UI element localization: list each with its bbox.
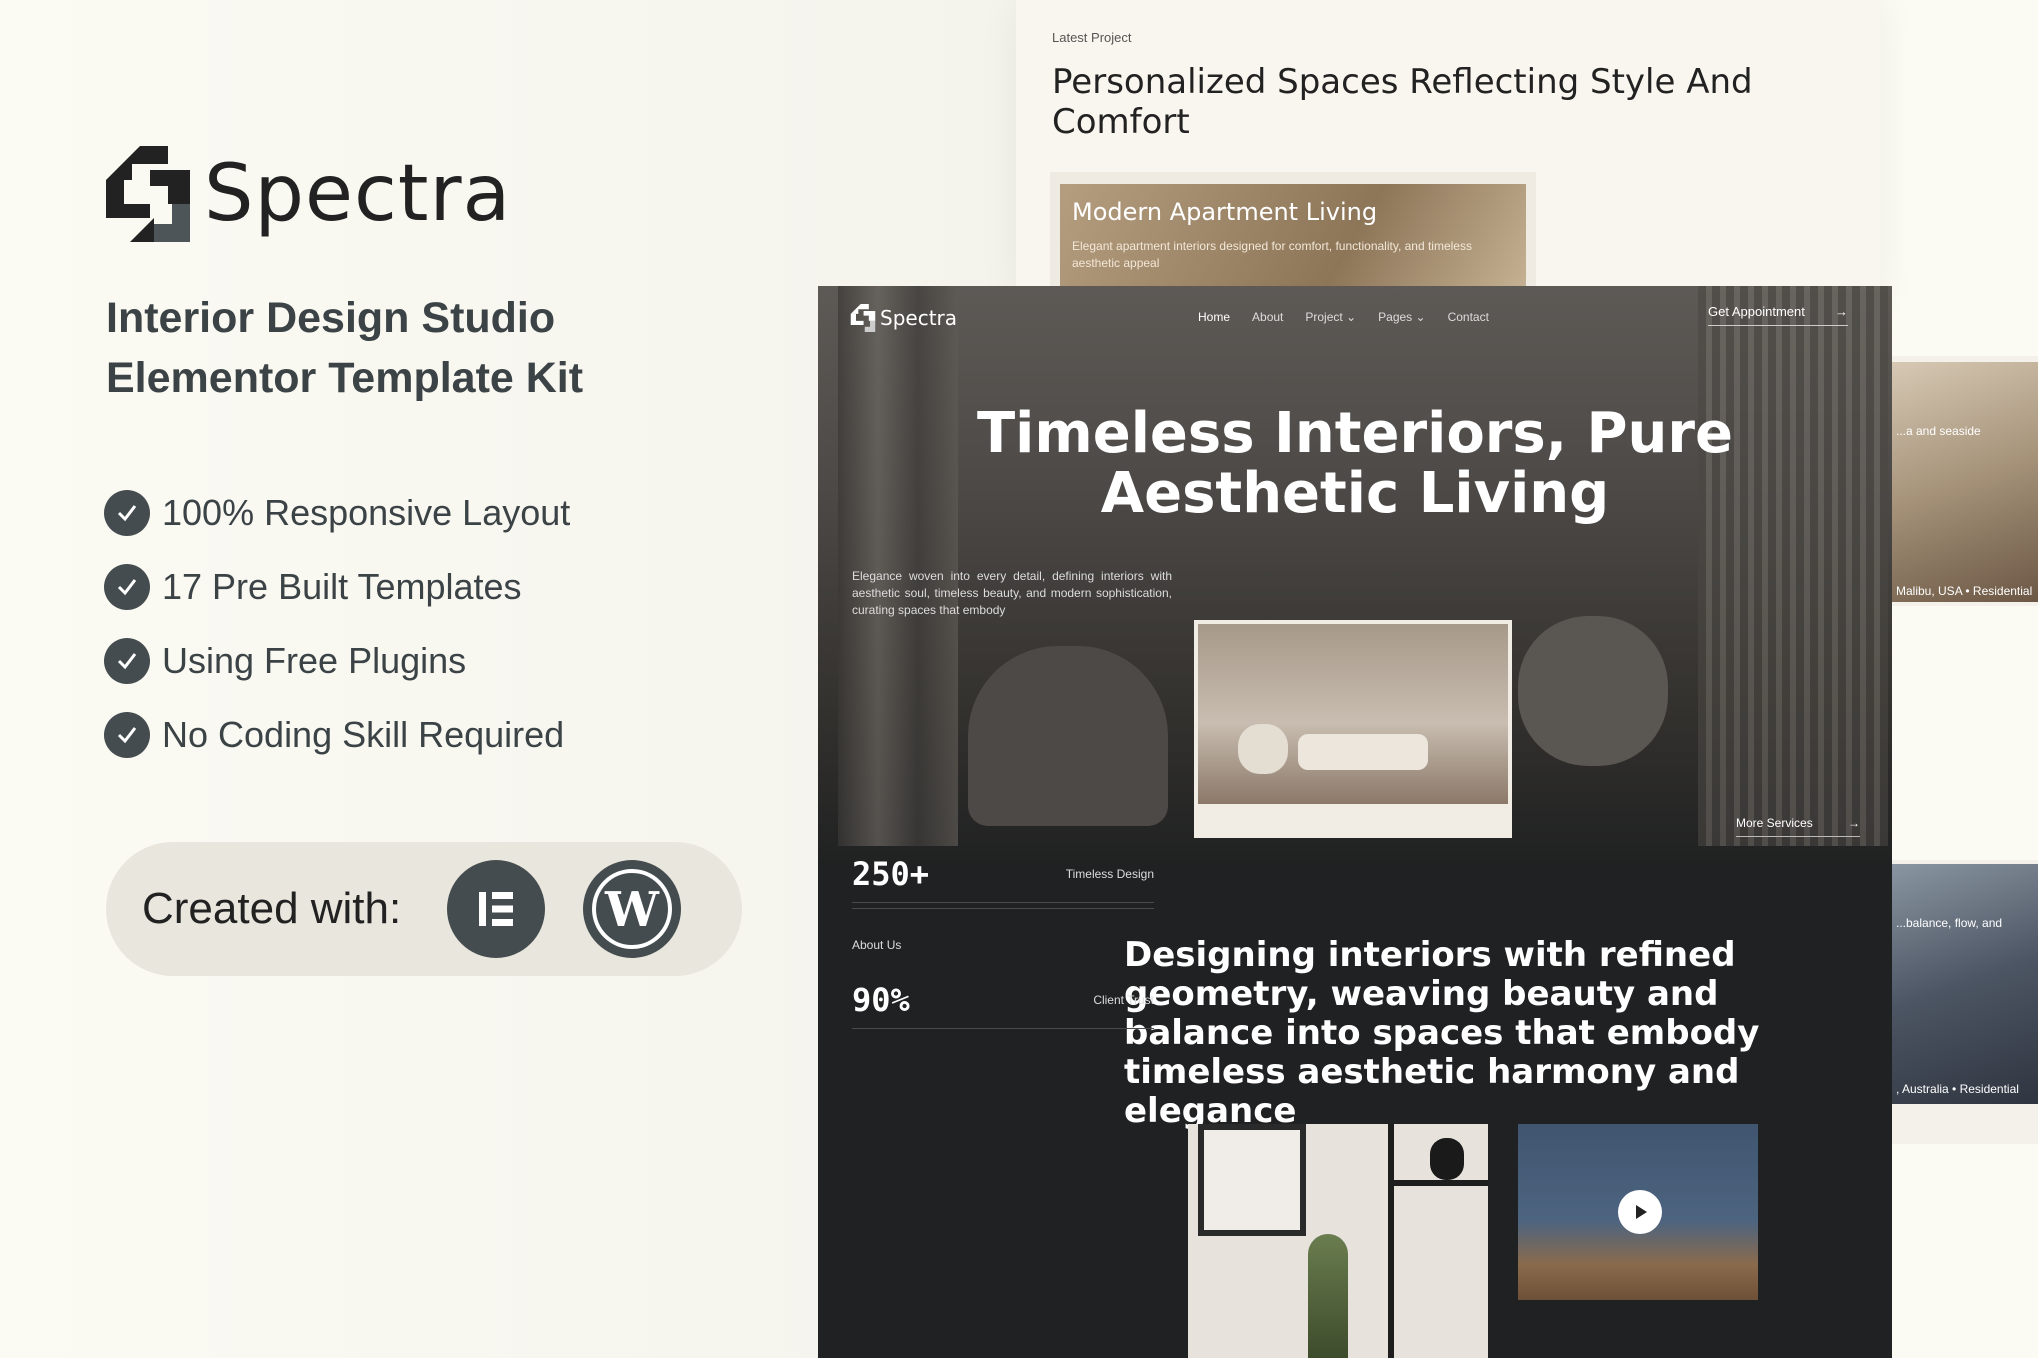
stat-value: 90% bbox=[852, 981, 910, 1019]
hero-image-frame bbox=[1194, 620, 1512, 838]
subtitle-line-2: Elementor Template Kit bbox=[106, 354, 584, 402]
wall-frame bbox=[1198, 1124, 1306, 1236]
get-appointment-label: Get Appointment bbox=[1708, 304, 1805, 319]
stat-label: Client Trust bbox=[1093, 993, 1154, 1007]
created-with-pill: Created with: W bbox=[106, 842, 742, 976]
spectra-logo-icon bbox=[850, 304, 876, 332]
promo-subtitle: Interior Design Studio Elementor Templat… bbox=[106, 288, 583, 408]
armchair-shape bbox=[1238, 724, 1288, 774]
play-button[interactable] bbox=[1618, 1190, 1662, 1234]
armchair-shape bbox=[968, 646, 1168, 826]
hero-title-line-1: Timeless Interiors, Pure bbox=[976, 401, 1734, 466]
site-logo-text: Spectra bbox=[880, 306, 958, 330]
project-card-text: Elegant apartment interiors designed for… bbox=[1072, 239, 1472, 270]
created-with-label: Created with: bbox=[142, 884, 402, 933]
peek-project-image: ...balance, flow, and , Australia • Resi… bbox=[1890, 864, 2038, 1104]
curtain-decor bbox=[838, 286, 958, 846]
hero-description: Elegance woven into every detail, defini… bbox=[852, 569, 1172, 617]
peek-card-location: Malibu, USA • Residential bbox=[1896, 584, 2033, 598]
arrow-right-icon: → bbox=[1835, 304, 1848, 319]
nav-project-label: Project bbox=[1305, 310, 1343, 324]
more-services-link[interactable]: More Services → bbox=[1736, 816, 1860, 837]
latest-project-title: Personalized Spaces Reflecting Style And… bbox=[1052, 62, 1753, 142]
plant-shape bbox=[1308, 1234, 1348, 1358]
feature-item: No Coding Skill Required bbox=[104, 698, 570, 772]
about-label: About Us bbox=[852, 938, 902, 952]
site-preview: Spectra Home About Project ⌄ Pages ⌄ Con… bbox=[818, 286, 1892, 1358]
svg-text:W: W bbox=[604, 882, 660, 938]
elementor-icon bbox=[447, 860, 546, 958]
plant-image bbox=[1188, 1124, 1488, 1358]
check-icon bbox=[104, 712, 150, 758]
feature-item: Using Free Plugins bbox=[104, 624, 570, 698]
play-icon bbox=[1636, 1205, 1647, 1219]
stat-value: 250+ bbox=[852, 855, 930, 893]
nav-contact[interactable]: Contact bbox=[1448, 310, 1489, 324]
about-title: Designing interiors with refined geometr… bbox=[1124, 935, 1760, 1131]
stat-row: 250+ Timeless Design bbox=[852, 846, 1154, 903]
feature-item: 17 Pre Built Templates bbox=[104, 550, 570, 624]
sofa-shape bbox=[1298, 734, 1428, 770]
chevron-down-icon: ⌄ bbox=[1415, 310, 1426, 324]
sofa-shape bbox=[1518, 616, 1668, 766]
feature-label: 17 Pre Built Templates bbox=[162, 566, 522, 607]
peek-project-image: ...a and seaside Malibu, USA • Residenti… bbox=[1890, 362, 2038, 602]
shelf-post bbox=[1388, 1124, 1394, 1358]
nav-home[interactable]: Home bbox=[1198, 310, 1230, 324]
kitchen-video[interactable] bbox=[1518, 1124, 1758, 1300]
subtitle-line-1: Interior Design Studio bbox=[106, 294, 556, 342]
spectra-logo-icon bbox=[106, 146, 190, 242]
brand-logo: Spectra bbox=[106, 146, 511, 242]
hero-title: Timeless Interiors, Pure Aesthetic Livin… bbox=[898, 404, 1812, 524]
feature-item: 100% Responsive Layout bbox=[104, 476, 570, 550]
latest-project-card: Latest Project Personalized Spaces Refle… bbox=[1016, 0, 1880, 314]
shelf bbox=[1388, 1180, 1488, 1186]
check-icon bbox=[104, 564, 150, 610]
hero-title-line-2: Aesthetic Living bbox=[1100, 461, 1610, 526]
check-icon bbox=[104, 638, 150, 684]
hero-room-image bbox=[1198, 624, 1508, 804]
nav-pages[interactable]: Pages ⌄ bbox=[1378, 310, 1425, 324]
stat-row: 90% Client Trust bbox=[852, 972, 1154, 1029]
brand-name: Spectra bbox=[204, 149, 512, 239]
feature-label: No Coding Skill Required bbox=[162, 714, 565, 755]
curtain-decor bbox=[1698, 286, 1888, 846]
feature-label: Using Free Plugins bbox=[162, 640, 467, 681]
peek-card-text: ...balance, flow, and bbox=[1896, 916, 2003, 930]
latest-project-eyebrow: Latest Project bbox=[1052, 30, 1132, 45]
peek-project-card[interactable]: ...balance, flow, and , Australia • Resi… bbox=[1878, 860, 2038, 1144]
site-nav: Home About Project ⌄ Pages ⌄ Contact bbox=[1198, 310, 1489, 324]
project-card-title: Modern Apartment Living bbox=[1072, 198, 1378, 226]
wordpress-icon: W bbox=[583, 860, 682, 958]
check-icon bbox=[104, 490, 150, 536]
stat-label: Timeless Design bbox=[1065, 867, 1154, 881]
nav-project[interactable]: Project ⌄ bbox=[1305, 310, 1356, 324]
peek-card-text: ...a and seaside bbox=[1896, 424, 1981, 438]
chevron-down-icon: ⌄ bbox=[1346, 310, 1357, 324]
get-appointment-button[interactable]: Get Appointment → bbox=[1708, 304, 1848, 326]
peek-project-card[interactable]: ...a and seaside Malibu, USA • Residenti… bbox=[1878, 356, 2038, 606]
feature-list: 100% Responsive Layout 17 Pre Built Temp… bbox=[104, 476, 570, 772]
vase-shape bbox=[1430, 1138, 1464, 1180]
nav-pages-label: Pages bbox=[1378, 310, 1413, 324]
nav-about[interactable]: About bbox=[1252, 310, 1283, 324]
site-logo[interactable]: Spectra bbox=[850, 304, 957, 332]
feature-label: 100% Responsive Layout bbox=[162, 492, 571, 533]
arrow-right-icon: → bbox=[1848, 816, 1860, 830]
more-services-label: More Services bbox=[1736, 816, 1813, 830]
peek-card-location: , Australia • Residential bbox=[1896, 1082, 2019, 1096]
